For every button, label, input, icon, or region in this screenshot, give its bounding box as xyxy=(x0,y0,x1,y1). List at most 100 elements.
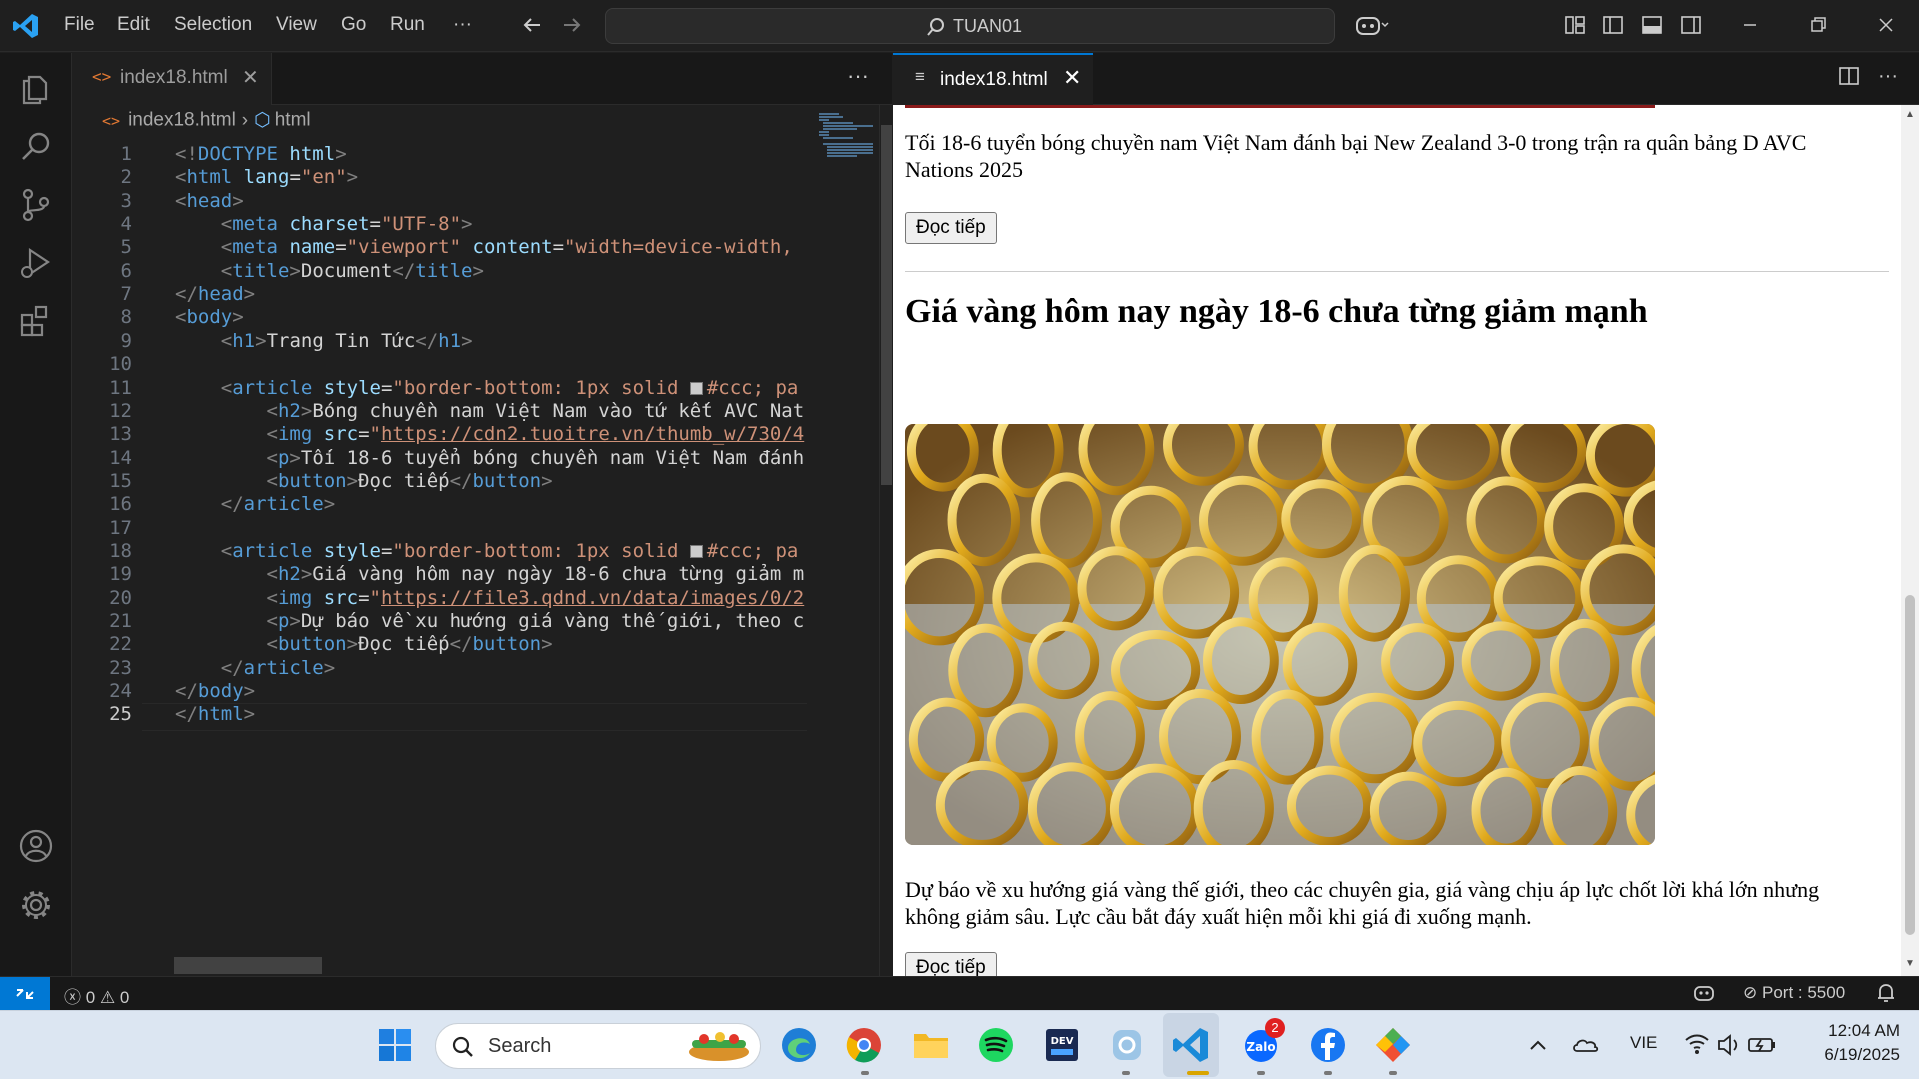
editor-horizontal-scrollbar[interactable] xyxy=(174,957,322,974)
code-token: > xyxy=(243,283,256,306)
customize-layout-icon[interactable] xyxy=(1563,13,1587,37)
problems-status-button[interactable]: ⓧ 0 ⚠ 0 xyxy=(64,983,129,1008)
scrollbar-thumb[interactable] xyxy=(1905,595,1915,935)
notifications-bell-icon[interactable] xyxy=(1876,982,1896,1004)
minimize-icon[interactable] xyxy=(1738,13,1762,37)
code-token: </ xyxy=(415,329,439,352)
code-token: button xyxy=(472,633,542,656)
remote-indicator-button[interactable] xyxy=(0,977,50,1010)
restore-icon[interactable] xyxy=(1806,13,1830,37)
code-token: body xyxy=(197,680,244,703)
command-center-label: TUAN01 xyxy=(953,16,1023,36)
html-file-icon: <> xyxy=(102,111,121,130)
split-editor-icon[interactable] xyxy=(1838,65,1860,87)
preview-vertical-scrollbar[interactable]: ▲ ▼ xyxy=(1901,105,1919,976)
close-window-icon[interactable] xyxy=(1874,13,1898,37)
search-icon[interactable] xyxy=(16,127,56,167)
copilot-icon[interactable] xyxy=(1355,13,1391,37)
line-number: 9 xyxy=(120,329,132,352)
menu-selection[interactable]: Selection xyxy=(174,14,252,36)
preview-tab-index18[interactable]: ≡ index18.html ✕ xyxy=(893,53,1093,105)
forward-arrow-icon[interactable] xyxy=(560,13,584,37)
menu-edit[interactable]: Edit xyxy=(117,14,150,36)
windows-taskbar: Search DEV Zalo 2 VIE 12:04 AM 6/19/2025 xyxy=(0,1010,1919,1079)
editor-more-actions-button[interactable]: ··· xyxy=(847,63,869,89)
minimap[interactable] xyxy=(807,105,879,976)
live-server-port-button[interactable]: ⊘ Port : 5500 xyxy=(1743,983,1845,1003)
code-token: head xyxy=(186,189,233,212)
explorer-icon[interactable] xyxy=(16,69,56,109)
code-token: > xyxy=(289,446,301,469)
line-source: </html> xyxy=(175,703,255,725)
edge-browser-icon[interactable] xyxy=(778,1024,820,1066)
back-arrow-icon[interactable] xyxy=(520,13,544,37)
breadcrumb-file[interactable]: index18.html xyxy=(128,110,236,131)
svg-text:Zalo: Zalo xyxy=(1246,1040,1275,1054)
scroll-up-arrow-icon[interactable]: ▲ xyxy=(1905,109,1915,120)
toggle-primary-sidebar-icon[interactable] xyxy=(1601,13,1625,37)
breadcrumb-symbol[interactable]: html xyxy=(275,110,311,131)
taskbar-search-box[interactable]: Search xyxy=(435,1023,761,1069)
facebook-icon[interactable] xyxy=(1307,1024,1349,1066)
menu-run[interactable]: Run xyxy=(390,14,425,36)
code-token: html xyxy=(197,703,244,726)
code-token: < xyxy=(175,189,187,212)
menu-more[interactable]: ··· xyxy=(453,14,472,36)
code-token: article xyxy=(232,539,313,562)
editor-vertical-scrollbar[interactable] xyxy=(879,105,892,976)
code-token: </ xyxy=(392,259,416,282)
menu-go[interactable]: Go xyxy=(341,14,366,36)
extensions-icon[interactable] xyxy=(16,301,56,341)
article-1-divider xyxy=(905,271,1889,272)
editor-tab-index18[interactable]: <> index18.html ✕ xyxy=(72,53,272,105)
vscode-logo-icon[interactable] xyxy=(12,12,40,40)
vscode-taskbar-icon[interactable] xyxy=(1170,1024,1212,1066)
preview-more-actions-button[interactable]: ··· xyxy=(1878,65,1898,88)
code-token: meta xyxy=(232,213,278,236)
git-client-icon[interactable] xyxy=(1372,1024,1414,1066)
accounts-icon[interactable] xyxy=(16,826,56,866)
spotify-icon[interactable] xyxy=(975,1024,1017,1066)
scroll-down-arrow-icon[interactable]: ▼ xyxy=(1905,958,1915,969)
close-tab-icon[interactable]: ✕ xyxy=(242,65,259,90)
battery-charging-icon[interactable] xyxy=(1746,1024,1778,1066)
onedrive-cloud-icon[interactable] xyxy=(1570,1024,1602,1066)
code-line[interactable]: 25 </html> xyxy=(72,703,807,732)
file-explorer-icon[interactable] xyxy=(910,1024,952,1066)
wifi-icon[interactable] xyxy=(1683,1024,1711,1066)
menu-file[interactable]: File xyxy=(64,14,95,36)
dev-home-icon[interactable]: DEV xyxy=(1041,1024,1083,1066)
run-debug-icon[interactable] xyxy=(16,243,56,283)
chrome-browser-icon[interactable] xyxy=(843,1024,885,1066)
chevron-up-icon[interactable] xyxy=(1525,1024,1551,1066)
read-more-button-1[interactable]: Đọc tiếp xyxy=(905,212,997,244)
settings-gear-icon[interactable] xyxy=(16,885,56,925)
scrollbar-thumb[interactable] xyxy=(881,125,892,485)
code-token: img xyxy=(277,423,313,446)
toggle-secondary-sidebar-icon[interactable] xyxy=(1679,13,1703,37)
toggle-panel-icon[interactable] xyxy=(1640,13,1664,37)
command-center[interactable]: TUAN01 xyxy=(605,8,1335,44)
line-source: <article style="border-bottom: 1px solid… xyxy=(175,377,799,399)
code-token: #ccc; pa xyxy=(706,539,799,562)
input-language-indicator[interactable]: VIE xyxy=(1630,1033,1657,1053)
windows-start-icon[interactable] xyxy=(374,1024,416,1066)
read-more-button-2[interactable]: Đọc tiếp xyxy=(905,952,997,976)
copilot-app-icon[interactable] xyxy=(1106,1024,1148,1066)
volume-icon[interactable] xyxy=(1715,1024,1743,1066)
menu-view[interactable]: View xyxy=(276,14,317,36)
search-highlight-illustration-icon xyxy=(689,1032,749,1061)
source-control-icon[interactable] xyxy=(16,185,56,225)
taskbar-clock[interactable]: 12:04 AM 6/19/2025 xyxy=(1800,1019,1900,1067)
line-number: 23 xyxy=(109,656,132,679)
code-token: > xyxy=(289,610,301,632)
close-tab-icon[interactable]: ✕ xyxy=(1063,65,1081,91)
code-text-area[interactable]: 1 <!DOCTYPE html> 2 <html lang="en"> 3 <head>… xyxy=(72,139,807,959)
copilot-status-icon[interactable] xyxy=(1693,982,1715,1004)
preview-tab-label: index18.html xyxy=(940,69,1048,90)
